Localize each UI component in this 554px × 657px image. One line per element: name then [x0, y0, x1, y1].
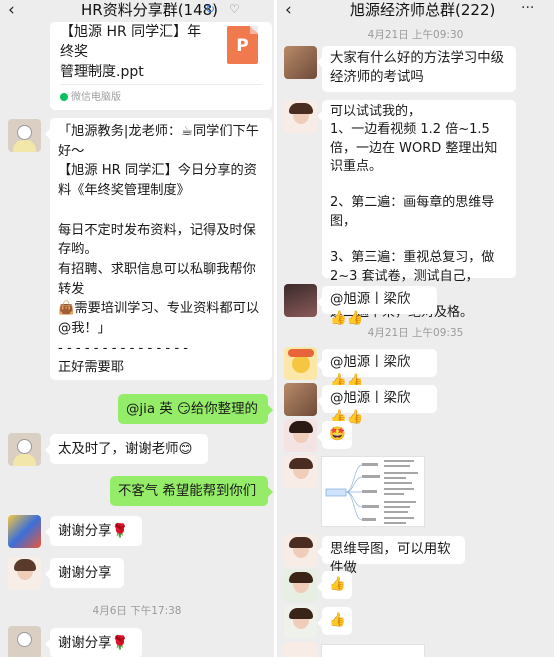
file-divider [60, 84, 262, 85]
wechat-icon [60, 93, 68, 101]
avatar[interactable] [284, 569, 317, 602]
avatar[interactable] [284, 605, 317, 638]
message-bubble[interactable]: 谢谢分享🌹 [45, 628, 142, 657]
avatar[interactable] [8, 119, 41, 152]
message-bubble[interactable]: 大家有什么好的方法学习中级经济师的考试吗 [317, 46, 516, 92]
left-chat-panel: ‹ HR资料分享群(148) ↻ ♡ 【旭源 HR 同学汇】年终奖 管理制度.p… [0, 0, 274, 657]
message-bubble[interactable]: @旭源丨梁欣 👍👍 [317, 286, 437, 326]
image-message[interactable] [321, 644, 425, 657]
avatar[interactable] [8, 626, 41, 657]
chevron-left-icon[interactable]: ‹ [8, 0, 15, 20]
avatar[interactable] [284, 46, 317, 79]
mindmap-image[interactable] [321, 456, 425, 527]
avatar[interactable] [284, 642, 317, 657]
avatar[interactable] [284, 455, 317, 488]
sync-icon: ↻ [205, 2, 216, 16]
message-bubble[interactable]: 太及时了，谢谢老师😊 [45, 434, 208, 464]
avatar[interactable] [284, 100, 317, 133]
left-title-bar: ‹ HR资料分享群(148) ↻ ♡ [0, 0, 274, 22]
message-bubble-self[interactable]: 不客气 希望能帮到你们 [110, 476, 273, 506]
avatar[interactable] [284, 534, 317, 567]
right-title-bar: ‹ 旭源经济师总群(222) ··· [277, 0, 554, 22]
right-chat-panel: ‹ 旭源经济师总群(222) ··· 4月21日 上午09:30 大家有什么好的… [277, 0, 554, 657]
avatar[interactable] [8, 433, 41, 466]
avatar[interactable] [284, 419, 317, 452]
chevron-left-icon[interactable]: ‹ [285, 0, 292, 20]
message-bubble-self[interactable]: @jia 英 😏给你整理的 [118, 394, 273, 424]
message-bubble[interactable]: @旭源丨梁欣 👍👍 [317, 349, 437, 389]
left-chat-title: HR资料分享群(148) [81, 1, 219, 19]
ppt-file-icon: P [227, 26, 258, 64]
message-bubble[interactable]: 谢谢分享🌹 [45, 516, 142, 546]
avatar[interactable] [8, 557, 41, 590]
avatar[interactable] [8, 515, 41, 548]
message-bubble[interactable]: 👍 [317, 607, 352, 635]
avatar[interactable] [284, 347, 317, 380]
file-source-label: 微信电脑版 [71, 92, 121, 103]
message-bubble[interactable]: 思维导图，可以用软件做 [317, 536, 465, 576]
file-size: 833.5 KB [60, 62, 110, 75]
message-bubble[interactable]: 「旭源教务|龙老师：☕同学们下午好～ 【旭源 HR 同学汇】今日分享的资料《年终… [45, 118, 272, 380]
message-bubble[interactable]: 🤩 [317, 421, 352, 449]
avatar[interactable] [284, 284, 317, 317]
message-bubble[interactable]: 谢谢分享 [45, 558, 124, 588]
mindmap-graphic [325, 460, 418, 524]
timestamp: 4月6日 下午17:38 [92, 605, 182, 617]
right-chat-title: 旭源经济师总群(222) [350, 1, 496, 19]
more-icon[interactable]: ··· [521, 0, 534, 16]
avatar[interactable] [284, 383, 317, 416]
timestamp: 4月21日 上午09:30 [367, 29, 464, 41]
bulb-icon: ♡ [229, 2, 240, 16]
timestamp: 4月21日 上午09:35 [367, 327, 464, 339]
message-bubble[interactable]: 可以试试我的， 1、一边看视频 1.2 倍~1.5 倍，一边在 WORD 整理出… [317, 100, 516, 320]
message-bubble[interactable]: 👍 [317, 571, 352, 599]
file-source: 微信电脑版 [60, 88, 121, 103]
message-bubble[interactable]: @旭源丨梁欣 👍👍 [317, 385, 437, 425]
file-message-card[interactable]: 【旭源 HR 同学汇】年终奖 管理制度.ppt 833.5 KB P 微信电脑版 [50, 22, 272, 110]
